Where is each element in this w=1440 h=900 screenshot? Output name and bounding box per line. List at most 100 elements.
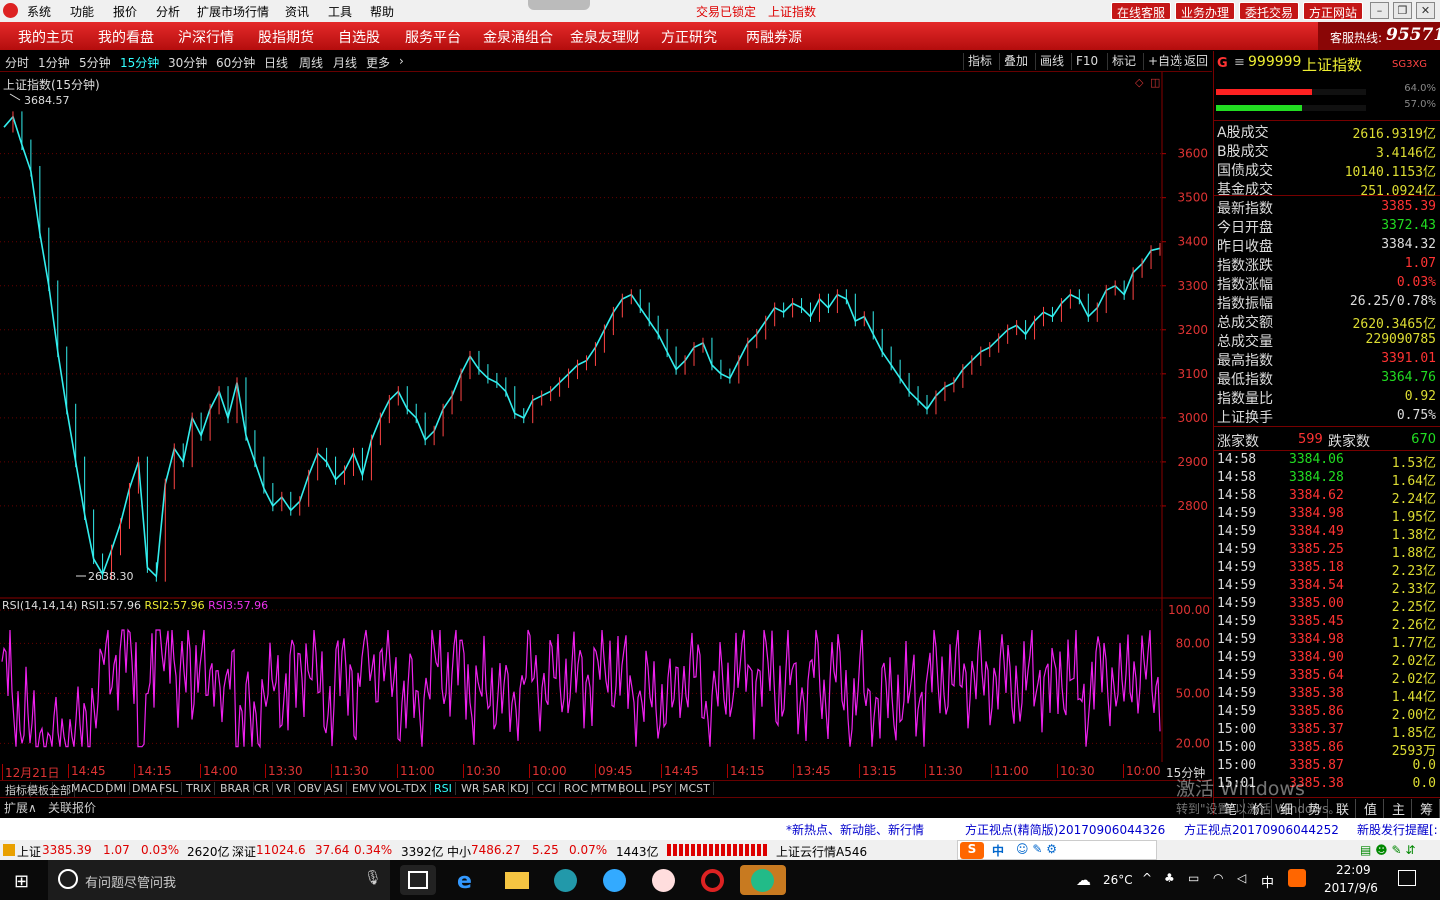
ime-toolbar[interactable]: S 中 ☺ ✎ ⚙ bbox=[957, 840, 1157, 860]
tick-list[interactable]: 14:58 3384.06 1.53亿 14:58 3384.28 1.64亿 14:58 3… bbox=[1214, 452, 1440, 796]
menu-ext-market[interactable]: 扩展市场行情 bbox=[197, 3, 269, 20]
task-view-icon[interactable] bbox=[400, 865, 436, 895]
ime-indicator[interactable]: 中 bbox=[1261, 872, 1274, 891]
volume-icon[interactable]: ◁ bbox=[1237, 871, 1246, 885]
business-button[interactable]: 业务办理 bbox=[1175, 2, 1236, 20]
indicator-tab-vol-tdx[interactable]: VOL-TDX bbox=[376, 782, 431, 795]
diamond-icon[interactable]: ◇ bbox=[1135, 76, 1143, 89]
indicator-tab-brar[interactable]: BRAR bbox=[217, 782, 254, 795]
qq-browser-icon[interactable] bbox=[597, 865, 633, 895]
indicator-tab-kdj[interactable]: KDJ bbox=[507, 782, 533, 795]
tool-mark[interactable]: 标记 bbox=[1107, 53, 1140, 70]
clock-time[interactable]: 22:09 bbox=[1336, 863, 1371, 877]
sogou-tray-icon[interactable] bbox=[1288, 869, 1306, 887]
menu-function[interactable]: 功能 bbox=[70, 3, 94, 20]
trade-button[interactable]: 委托交易 bbox=[1239, 2, 1300, 20]
microphone-icon[interactable]: 🎙 bbox=[364, 870, 382, 886]
wifi-icon[interactable]: ◠ bbox=[1213, 871, 1223, 885]
notification-icon[interactable] bbox=[1398, 870, 1416, 886]
tool-draw[interactable]: 画线 bbox=[1035, 53, 1068, 70]
ie-browser-icon[interactable] bbox=[548, 865, 584, 895]
panel-toggle-icon[interactable]: ◫ bbox=[1150, 76, 1160, 89]
menu-help[interactable]: 帮助 bbox=[370, 3, 394, 20]
indicator-tab-rsi[interactable]: RSI bbox=[431, 782, 456, 795]
nav-market[interactable]: 沪深行情 bbox=[178, 27, 234, 47]
nav-watchlist[interactable]: 自选股 bbox=[338, 27, 380, 47]
website-button[interactable]: 方正网站 bbox=[1303, 2, 1364, 20]
related-quote-button[interactable]: 关联报价 bbox=[48, 799, 96, 816]
indicator-tab-trix[interactable]: TRIX bbox=[183, 782, 216, 795]
weather-temp[interactable]: 26°C bbox=[1103, 873, 1133, 887]
low-label: 2638.30 bbox=[88, 570, 134, 583]
sogou-logo-icon[interactable]: S bbox=[960, 842, 984, 859]
ime-mode-icon[interactable]: 中 bbox=[992, 842, 1004, 859]
expand-button[interactable]: 扩展∧ bbox=[4, 799, 37, 816]
tray-tools-icon[interactable]: ▤ ☻ ✎ ⇵ bbox=[1360, 843, 1415, 857]
ime-tools-icon[interactable]: ☺ ✎ ⚙ bbox=[1016, 842, 1057, 856]
news-item-2[interactable]: 方正视点(精简版)20170906044326 bbox=[965, 821, 1165, 838]
tool-back[interactable]: 返回 bbox=[1179, 53, 1212, 70]
chevron-right-icon[interactable]: › bbox=[399, 54, 404, 68]
nav-margin[interactable]: 两融券源 bbox=[746, 27, 802, 47]
nav-futures[interactable]: 股指期货 bbox=[258, 27, 314, 47]
indicator-tab-psy[interactable]: PSY bbox=[649, 782, 677, 795]
list-menu-icon[interactable]: ≡ bbox=[1234, 55, 1245, 70]
period-week[interactable]: 周线 bbox=[299, 54, 323, 71]
menu-system[interactable]: 系统 bbox=[27, 3, 51, 20]
nav-portfolio[interactable]: 金泉涌组合 bbox=[483, 27, 553, 47]
period-month[interactable]: 月线 bbox=[333, 54, 357, 71]
menu-news[interactable]: 资讯 bbox=[285, 3, 309, 20]
edge-browser-icon[interactable]: e bbox=[450, 865, 486, 895]
nav-my-board[interactable]: 我的看盘 bbox=[98, 27, 154, 47]
period-30m[interactable]: 30分钟 bbox=[168, 54, 207, 71]
menu-analysis[interactable]: 分析 bbox=[156, 3, 180, 20]
indicator-tab-sar[interactable]: SAR bbox=[480, 782, 510, 795]
tool-overlay[interactable]: 叠加 bbox=[999, 53, 1032, 70]
active-app-icon[interactable] bbox=[740, 865, 786, 895]
windows-start-icon[interactable]: ⊞ bbox=[14, 871, 29, 892]
indicator-tab-boll[interactable]: BOLL bbox=[615, 782, 651, 795]
indicator-tab-cr[interactable]: CR bbox=[251, 782, 274, 795]
chart-svg[interactable]: 3600 3500 3400 3300 3200 3100 3000 2900 2800 100.… bbox=[0, 72, 1212, 762]
founder-app-icon[interactable] bbox=[695, 865, 731, 895]
online-service-button[interactable]: 在线客服 bbox=[1111, 2, 1172, 20]
news-item-4[interactable]: 新股发行提醒[: bbox=[1357, 821, 1440, 838]
indicator-tab-mcst[interactable]: MCST bbox=[676, 782, 714, 795]
nav-finance[interactable]: 金泉友理财 bbox=[570, 27, 640, 47]
news-item-1[interactable]: *新热点、新动能、新行情 bbox=[786, 821, 924, 838]
indicator-tab-obv[interactable]: OBV bbox=[295, 782, 326, 795]
tray-up-arrow-icon[interactable]: ^ bbox=[1142, 871, 1152, 885]
news-item-3[interactable]: 方正视点20170906044252 bbox=[1184, 821, 1339, 838]
restore-icon[interactable]: ❐ bbox=[1393, 2, 1412, 19]
tool-indicator[interactable]: 指标 bbox=[963, 53, 996, 70]
menu-quote[interactable]: 报价 bbox=[113, 3, 137, 20]
period-5m[interactable]: 5分钟 bbox=[79, 54, 111, 71]
file-explorer-icon[interactable] bbox=[499, 865, 535, 895]
indicator-tab-cci[interactable]: CCI bbox=[534, 782, 560, 795]
indicator-tab-dmi[interactable]: DMI bbox=[102, 782, 131, 795]
nav-research[interactable]: 方正研究 bbox=[661, 27, 717, 47]
close-icon[interactable]: ✕ bbox=[1416, 2, 1435, 19]
avatar-app-icon[interactable] bbox=[646, 865, 682, 895]
period-15m[interactable]: 15分钟 bbox=[120, 54, 159, 71]
period-day[interactable]: 日线 bbox=[264, 54, 288, 71]
indicator-tab-asi[interactable]: ASI bbox=[322, 782, 347, 795]
menu-tools[interactable]: 工具 bbox=[328, 3, 352, 20]
tray-app-icon[interactable]: ♣ bbox=[1164, 871, 1175, 885]
period-more[interactable]: 更多 bbox=[366, 54, 390, 71]
period-timeline[interactable]: 分时 bbox=[5, 54, 29, 71]
search-placeholder[interactable]: 有问题尽管问我 bbox=[85, 872, 176, 891]
minimize-icon[interactable]: – bbox=[1370, 2, 1389, 19]
tool-f10[interactable]: F10 bbox=[1071, 53, 1102, 70]
clock-date[interactable]: 2017/9/6 bbox=[1324, 881, 1378, 895]
period-1m[interactable]: 1分钟 bbox=[38, 54, 70, 71]
nav-service[interactable]: 服务平台 bbox=[405, 27, 461, 47]
period-60m[interactable]: 60分钟 bbox=[216, 54, 255, 71]
volume-label: A股成交 bbox=[1217, 125, 1269, 141]
indicator-tab-vr[interactable]: VR bbox=[273, 782, 296, 795]
indicator-tab-fsl[interactable]: FSL bbox=[156, 782, 183, 795]
search-box[interactable]: 有问题尽管问我 🎙 bbox=[48, 860, 390, 900]
battery-icon[interactable]: ▭ bbox=[1188, 871, 1199, 885]
chart-area[interactable]: 3600 3500 3400 3300 3200 3100 3000 2900 2800 100.… bbox=[0, 72, 1212, 762]
nav-home[interactable]: 我的主页 bbox=[18, 27, 74, 47]
